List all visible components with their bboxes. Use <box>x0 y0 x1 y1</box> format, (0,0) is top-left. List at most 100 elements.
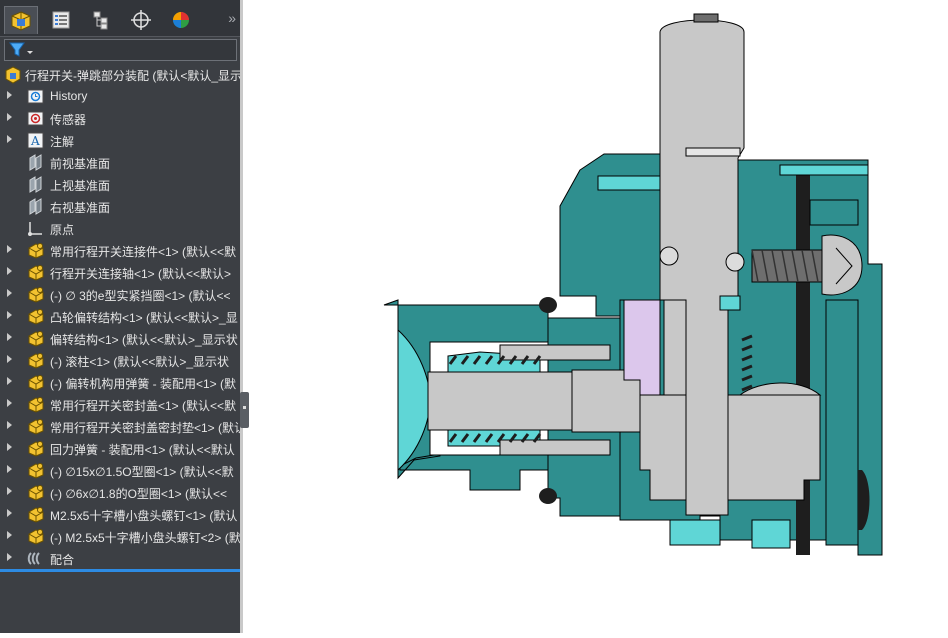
expand-arrow-icon[interactable] <box>7 531 12 539</box>
tree-item-label: 右视基准面 <box>50 201 111 215</box>
tree-item[interactable]: 偏转结构<1> (默认<<默认>_显示状 <box>0 327 240 349</box>
plane-icon <box>27 176 44 193</box>
crosshair-icon <box>131 10 151 30</box>
tree-item[interactable]: (-) ∅ 3的e型实紧挡圈<1> (默认<< <box>0 283 240 305</box>
color-ball-icon <box>173 12 189 28</box>
tree-item-label: 配合 <box>50 553 75 567</box>
propertymanager-tab[interactable] <box>44 6 78 34</box>
tree-item[interactable]: 凸轮偏转结构<1> (默认<<默认>_显 <box>0 305 240 327</box>
featuremanager-tab[interactable] <box>4 6 38 34</box>
part-icon <box>27 352 44 369</box>
tree-item-label: (-) M2.5x5十字槽小盘头螺钉<2> (默 <box>50 531 240 545</box>
expand-arrow-icon[interactable] <box>7 289 12 297</box>
expand-arrow-icon[interactable] <box>7 443 12 451</box>
assembly-cube-icon <box>11 10 31 31</box>
tree-item-label: 常用行程开关密封盖密封垫<1> (默认 <box>50 421 240 435</box>
tree-item[interactable]: (-) 滚柱<1> (默认<<默认>_显示状 <box>0 349 240 371</box>
part-icon <box>27 528 44 545</box>
tree-item-label: 前视基准面 <box>50 157 111 171</box>
expand-arrow-icon[interactable] <box>7 487 12 495</box>
assembly-root-node[interactable]: 行程开关-弹跳部分装配 (默认<默认_显示 <box>4 66 240 84</box>
expand-arrow-icon[interactable] <box>7 267 12 275</box>
section-view-model[interactable] <box>243 0 948 633</box>
tree-filter[interactable] <box>4 39 237 61</box>
expand-arrow-icon[interactable] <box>7 311 12 319</box>
tree-item[interactable]: (-) ∅15x∅1.5O型圈<1> (默认<<默 <box>0 459 240 481</box>
mates-icon <box>27 550 44 567</box>
tree-item[interactable]: 常用行程开关密封盖<1> (默认<<默 <box>0 393 240 415</box>
tree-item[interactable]: 上视基准面 <box>0 173 240 195</box>
tree-item[interactable]: 配合 <box>0 547 240 569</box>
tree-item-label: (-) ∅ 3的e型实紧挡圈<1> (默认<< <box>50 289 231 303</box>
expand-arrow-icon[interactable] <box>7 91 12 99</box>
plane-icon <box>27 154 44 171</box>
feature-manager-panel: » 行程开关-弹跳部分装配 (默认<默认_显示 History 传感器 A 注解前视基… <box>0 0 240 633</box>
feature-tree: History 传感器 A 注解前视基准面上视基准面右视基准面原点常用行程开关连接件<… <box>0 85 240 569</box>
expand-arrow-icon[interactable] <box>7 509 12 517</box>
tree-item-label: History <box>50 89 88 103</box>
tree-item[interactable]: 常用行程开关密封盖密封垫<1> (默认 <box>0 415 240 437</box>
part-icon <box>27 374 44 391</box>
sensor-icon <box>27 110 44 127</box>
tree-item[interactable]: A 注解 <box>0 129 240 151</box>
tree-item-label: 注解 <box>50 135 75 149</box>
more-tabs-button[interactable]: » <box>228 10 236 26</box>
tree-item-label: 原点 <box>50 223 75 237</box>
part-icon <box>27 330 44 347</box>
expand-arrow-icon[interactable] <box>7 377 12 385</box>
tree-item[interactable]: M2.5x5十字槽小盘头螺钉<1> (默认 <box>0 503 240 525</box>
expand-arrow-icon[interactable] <box>7 113 12 121</box>
svg-text:A: A <box>30 134 40 148</box>
part-icon <box>27 308 44 325</box>
assembly-icon <box>5 66 21 84</box>
tree-item[interactable]: History <box>0 85 240 107</box>
expand-arrow-icon[interactable] <box>7 245 12 253</box>
expand-arrow-icon[interactable] <box>7 333 12 341</box>
graphics-viewport[interactable] <box>243 0 948 633</box>
tree-end-marker <box>0 569 240 572</box>
tree-item[interactable]: 常用行程开关连接件<1> (默认<<默 <box>0 239 240 261</box>
annotation-icon: A <box>27 132 44 149</box>
part-icon <box>27 440 44 457</box>
expand-arrow-icon[interactable] <box>7 553 12 561</box>
tree-item[interactable]: 前视基准面 <box>0 151 240 173</box>
configuration-tree-icon <box>93 11 108 30</box>
part-icon <box>27 484 44 501</box>
assembly-root-label: 行程开关-弹跳部分装配 (默认<默认_显示 <box>25 68 240 83</box>
tree-item[interactable]: (-) M2.5x5十字槽小盘头螺钉<2> (默 <box>0 525 240 547</box>
tree-item[interactable]: 传感器 <box>0 107 240 129</box>
tree-item-label: 凸轮偏转结构<1> (默认<<默认>_显 <box>50 311 238 325</box>
tree-item-label: M2.5x5十字槽小盘头螺钉<1> (默认 <box>50 509 238 523</box>
tree-item-label: 上视基准面 <box>50 179 111 193</box>
part-icon <box>27 418 44 435</box>
part-icon <box>27 264 44 281</box>
tree-item[interactable]: 回力弹簧 - 装配用<1> (默认<<默认 <box>0 437 240 459</box>
display-manager-tab[interactable] <box>164 6 198 34</box>
configurationmanager-tab[interactable] <box>84 6 118 34</box>
tree-item[interactable]: 原点 <box>0 217 240 239</box>
tree-item-label: 常用行程开关密封盖<1> (默认<<默 <box>50 399 237 413</box>
part-icon <box>27 506 44 523</box>
part-icon <box>27 462 44 479</box>
tree-item-label: 传感器 <box>50 113 87 127</box>
tree-item-label: 常用行程开关连接件<1> (默认<<默 <box>50 245 237 259</box>
tree-item-label: (-) ∅6x∅1.8的O型圈<1> (默认<< <box>50 487 227 501</box>
tree-item-label: (-) ∅15x∅1.5O型圈<1> (默认<<默 <box>50 465 234 479</box>
dimxpert-tab[interactable] <box>124 6 158 34</box>
expand-arrow-icon[interactable] <box>7 135 12 143</box>
tree-item-label: 回力弹簧 - 装配用<1> (默认<<默认 <box>50 443 235 457</box>
tree-item-label: 行程开关连接轴<1> (默认<<默认> <box>50 267 232 281</box>
tree-item[interactable]: (-) 偏转机构用弹簧 - 装配用<1> (默 <box>0 371 240 393</box>
tree-item[interactable]: 行程开关连接轴<1> (默认<<默认> <box>0 261 240 283</box>
expand-arrow-icon[interactable] <box>7 421 12 429</box>
expand-arrow-icon[interactable] <box>7 399 12 407</box>
part-icon <box>27 396 44 413</box>
expand-arrow-icon[interactable] <box>7 465 12 473</box>
tree-item[interactable]: (-) ∅6x∅1.8的O型圈<1> (默认<< <box>0 481 240 503</box>
tree-item-label: (-) 滚柱<1> (默认<<默认>_显示状 <box>50 355 230 369</box>
tree-item[interactable]: 右视基准面 <box>0 195 240 217</box>
part-icon <box>27 286 44 303</box>
expand-arrow-icon[interactable] <box>7 355 12 363</box>
panel-tab-bar: » <box>0 0 240 37</box>
origin-icon <box>27 220 44 237</box>
